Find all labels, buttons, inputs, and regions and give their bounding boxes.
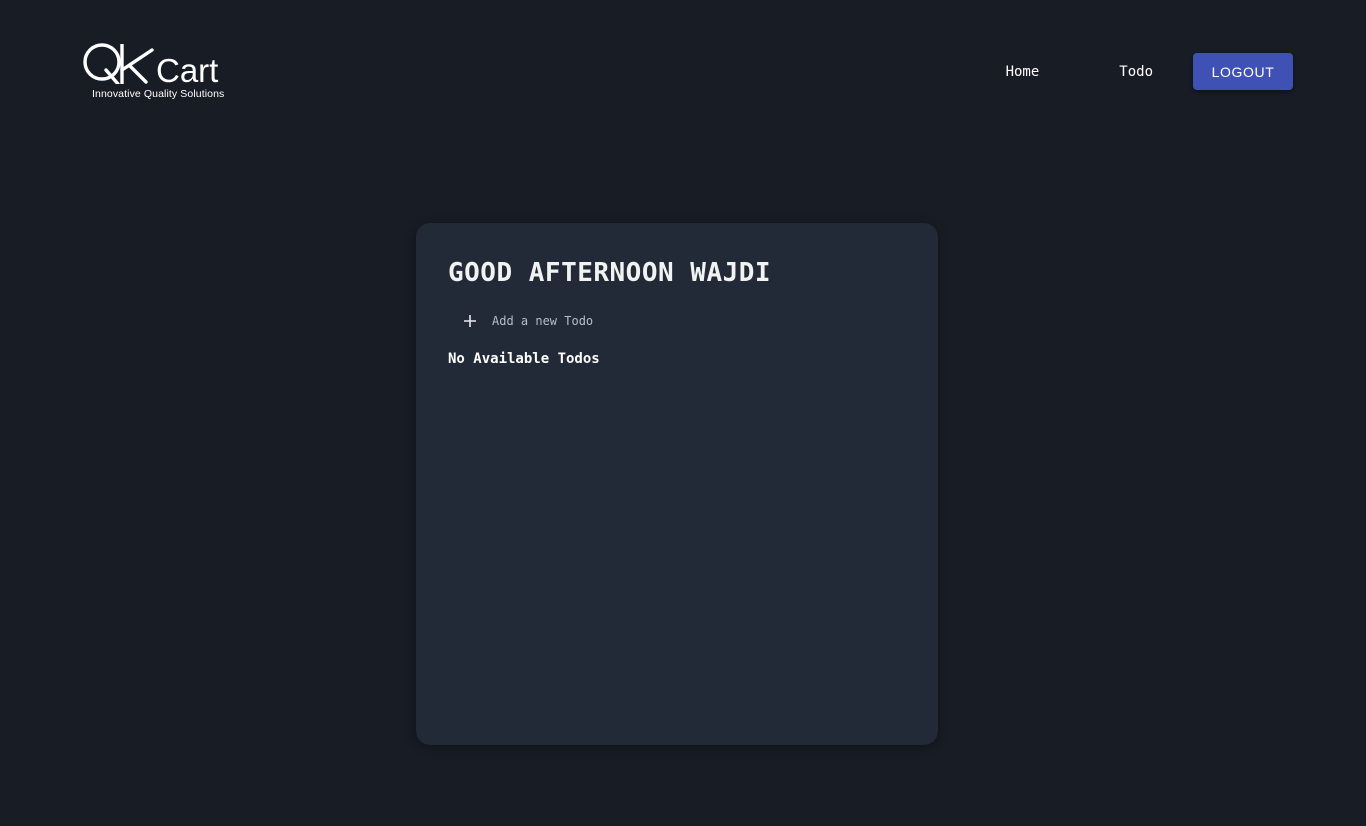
logo[interactable]: Cart Innovative Quality Solutions — [82, 40, 234, 104]
logout-button[interactable]: LOGOUT — [1193, 53, 1293, 90]
add-todo-button[interactable]: Add a new Todo — [448, 307, 906, 335]
greeting-heading: GOOD AFTERNOON WAJDI — [448, 258, 772, 288]
logo-tagline: Innovative Quality Solutions — [92, 88, 225, 100]
add-todo-label: Add a new Todo — [492, 314, 594, 328]
todo-card: GOOD AFTERNOON WAJDI Add a new Todo No A… — [416, 223, 938, 745]
top-nav: Home Todo LOGOUT — [1006, 53, 1293, 90]
svg-text:Cart: Cart — [156, 52, 218, 84]
nav-home-link[interactable]: Home — [1006, 64, 1040, 80]
plus-icon — [462, 313, 478, 329]
header: Cart Innovative Quality Solutions Home T… — [0, 0, 1366, 140]
qkart-logo-mark: Cart — [83, 43, 218, 84]
nav-todo-link[interactable]: Todo — [1119, 64, 1153, 80]
empty-todos-message: No Available Todos — [448, 351, 600, 367]
